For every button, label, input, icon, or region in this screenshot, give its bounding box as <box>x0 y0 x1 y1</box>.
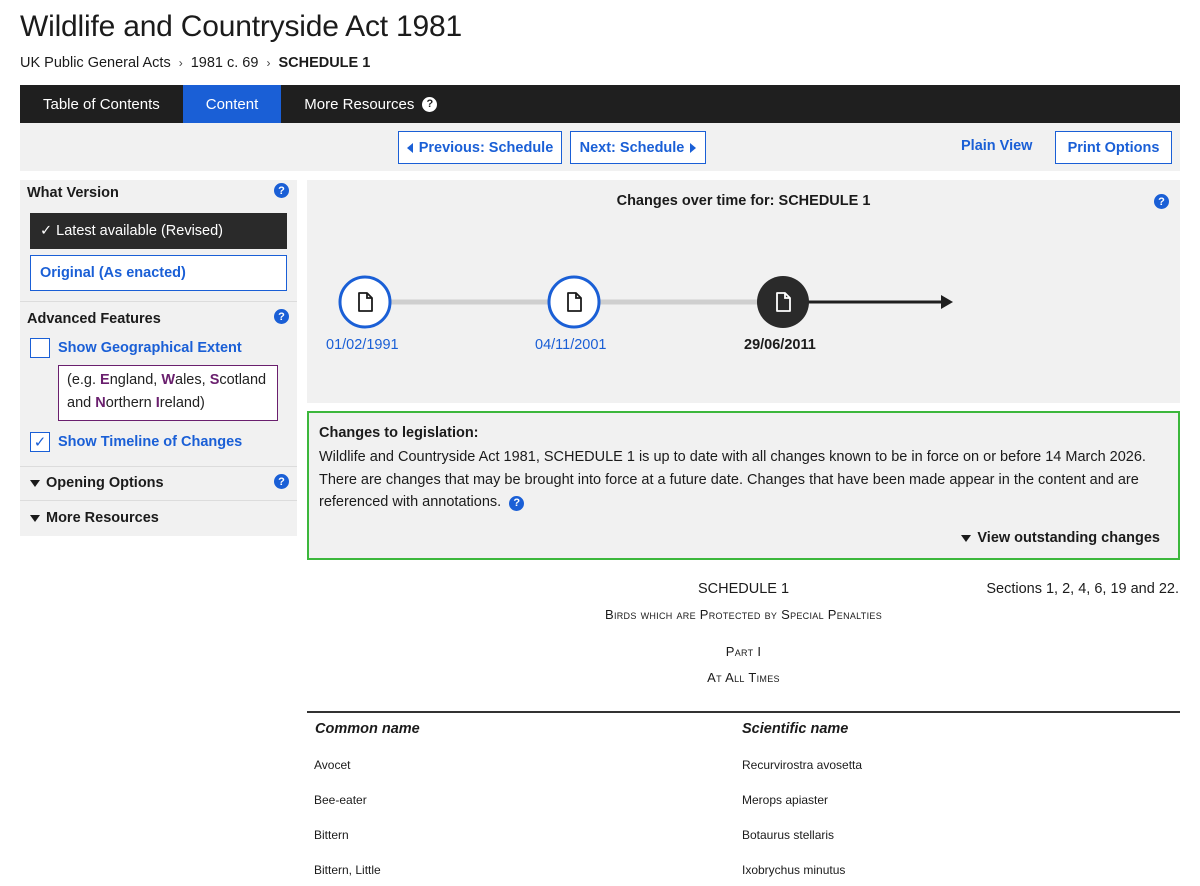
breadcrumb-current: SCHEDULE 1 <box>278 55 371 71</box>
timeline-point-1991[interactable] <box>338 275 392 329</box>
tab-content[interactable]: Content <box>182 85 282 131</box>
help-icon[interactable]: ? <box>422 96 438 112</box>
tab-label: More Resources <box>304 95 415 113</box>
tab-more-resources[interactable]: More Resources ? <box>281 85 460 123</box>
tab-label: Content <box>205 95 259 113</box>
timeline-date-2001[interactable]: 04/11/2001 <box>535 337 607 353</box>
changes-body: Wildlife and Countryside Act 1981, SCHED… <box>319 449 1146 511</box>
table-cell-common: Bittern <box>314 828 349 842</box>
main-tabs: Table of Contents Content More Resources… <box>20 85 1180 131</box>
timeline-point-2011-current <box>757 276 809 328</box>
triangle-down-icon <box>30 514 40 522</box>
chevron-right-icon: › <box>266 56 271 70</box>
breadcrumb-collection[interactable]: UK Public General Acts <box>20 55 171 71</box>
opening-options-toggle[interactable]: Opening Options <box>30 475 164 491</box>
more-resources-label: More Resources <box>46 510 159 526</box>
divider <box>20 301 297 302</box>
table-cell-scientific: Recurvirostra avosetta <box>742 758 863 772</box>
print-options-button[interactable]: Print Options <box>1055 131 1172 164</box>
table-header-scientific-name: Scientific name <box>742 721 849 737</box>
content-navigation-bar: Previous: Schedule Next: Schedule Plain … <box>20 123 1180 171</box>
what-version-heading: What Version <box>27 185 119 201</box>
divider <box>20 500 297 501</box>
previous-schedule-button[interactable]: Previous: Schedule <box>398 131 562 164</box>
table-top-rule <box>307 711 1180 713</box>
version-original-label: Original (As enacted) <box>40 265 186 281</box>
opening-options-label: Opening Options <box>46 475 164 491</box>
button-label: Print Options <box>1067 139 1160 156</box>
breadcrumb: UK Public General Acts › 1981 c. 69 › SC… <box>20 55 370 71</box>
part-title: At All Times <box>707 670 780 685</box>
tab-table-of-contents[interactable]: Table of Contents <box>20 85 183 123</box>
page-title: Wildlife and Countryside Act 1981 <box>20 10 462 43</box>
arrow-right-icon <box>690 142 697 153</box>
table-cell-scientific: Ixobrychus minutus <box>742 863 846 877</box>
help-icon[interactable]: ? <box>274 474 289 489</box>
view-outstanding-label: View outstanding changes <box>977 530 1160 546</box>
table-header-common-name: Common name <box>315 721 420 737</box>
table-cell-common: Bittern, Little <box>314 863 381 877</box>
timeline-date-1991[interactable]: 01/02/1991 <box>326 337 399 353</box>
timeline-date-2011: 29/06/2011 <box>744 337 816 353</box>
view-outstanding-changes-toggle[interactable]: View outstanding changes <box>961 530 1160 546</box>
version-latest-label: Latest available (Revised) <box>56 223 223 239</box>
arrow-right-icon <box>941 295 953 309</box>
triangle-down-icon <box>30 479 40 487</box>
advanced-features-heading: Advanced Features <box>27 311 161 327</box>
table-cell-scientific: Botaurus stellaris <box>742 828 835 842</box>
divider <box>20 466 297 467</box>
part-number: Part I <box>725 644 762 659</box>
next-schedule-button[interactable]: Next: Schedule <box>570 131 706 164</box>
timeline-point-2001[interactable] <box>547 275 601 329</box>
table-cell-common: Avocet <box>314 758 351 772</box>
more-resources-toggle[interactable]: More Resources <box>30 510 159 526</box>
help-icon[interactable]: ? <box>274 309 289 324</box>
check-icon: ✓ <box>40 223 53 239</box>
show-geographical-extent-checkbox[interactable] <box>30 338 50 358</box>
timeline-graphic <box>338 275 953 329</box>
check-icon: ✓ <box>33 434 47 451</box>
table-cell-scientific: Merops apiaster <box>742 793 829 807</box>
show-geographical-extent-label[interactable]: Show Geographical Extent <box>58 340 242 356</box>
geographical-extent-example: (e.g. England, Wales, Scotland and Northe… <box>58 365 278 421</box>
show-timeline-label[interactable]: Show Timeline of Changes <box>58 434 242 450</box>
chevron-right-icon: › <box>178 56 183 70</box>
version-original-link[interactable]: Original (As enacted) <box>30 255 287 291</box>
table-cell-common: Bee-eater <box>314 793 367 807</box>
changes-to-legislation-panel: Changes to legislation: Wildlife and Cou… <box>307 411 1180 560</box>
sidebar: What Version ? ✓ Latest available (Revis… <box>20 180 297 536</box>
help-icon[interactable]: ? <box>274 183 289 198</box>
version-latest[interactable]: ✓ Latest available (Revised) <box>30 213 287 249</box>
breadcrumb-act[interactable]: 1981 c. 69 <box>191 55 259 71</box>
timeline-panel: Changes over time for: SCHEDULE 1 ? 01/0… <box>307 180 1180 403</box>
button-label: Next: Schedule <box>579 139 685 156</box>
changes-title: Changes to legislation: <box>319 425 479 441</box>
arrow-left-icon <box>406 142 413 153</box>
schedule-sections-reference: Sections 1, 2, 4, 6, 19 and 22. <box>986 581 1179 597</box>
schedule-subtitle: Birds which are Protected by Special Pen… <box>604 607 883 622</box>
triangle-down-icon <box>961 534 972 542</box>
help-icon[interactable]: ? <box>509 495 525 511</box>
tab-label: Table of Contents <box>43 95 160 113</box>
show-timeline-checkbox[interactable]: ✓ <box>30 432 50 452</box>
button-label: Previous: Schedule <box>418 139 554 156</box>
plain-view-link[interactable]: Plain View <box>961 138 1032 154</box>
